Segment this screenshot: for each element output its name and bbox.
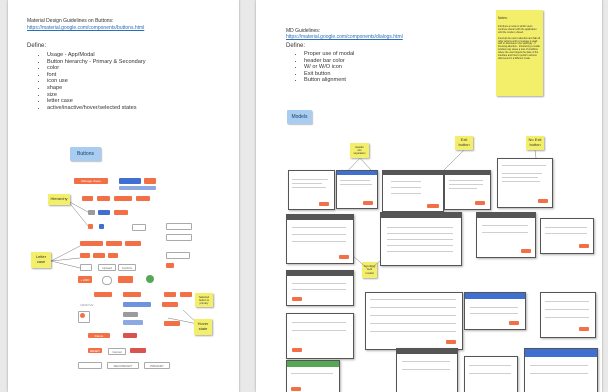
modal-form-3[interactable] — [540, 218, 594, 254]
modal-grid-1[interactable] — [380, 212, 462, 266]
primary-button[interactable]: PRIMARY — [144, 362, 170, 369]
sticky-hierarchy: Hierarchy — [48, 194, 70, 205]
modal-blue-header[interactable] — [464, 292, 526, 330]
modal-action-button[interactable] — [292, 297, 302, 301]
modal-form-5[interactable] — [286, 313, 354, 359]
modal-action-button[interactable] — [475, 201, 485, 205]
modal-action-button[interactable] — [579, 244, 589, 248]
modal-form-1[interactable] — [286, 214, 354, 264]
hierarchy-button-3[interactable] — [114, 196, 132, 201]
orange-icon-button[interactable] — [144, 178, 156, 184]
grey-button-2[interactable] — [123, 312, 138, 317]
modal-green-header[interactable] — [286, 360, 340, 392]
orange-button-5[interactable] — [180, 292, 192, 297]
label-button-3[interactable] — [125, 241, 141, 246]
manage-users-button[interactable]: Manage Users — [74, 178, 108, 184]
blue-split-button[interactable] — [119, 178, 141, 184]
modal-thumbnail-1[interactable] — [288, 170, 335, 210]
orange-button-6[interactable] — [162, 302, 178, 307]
modal-action-button[interactable] — [292, 348, 302, 352]
modal-action-button[interactable] — [538, 199, 548, 203]
orange-button-4[interactable] — [164, 292, 176, 297]
white-button[interactable] — [80, 264, 92, 271]
primary-orange-button[interactable] — [94, 292, 112, 297]
hierarchy-button-2[interactable] — [97, 196, 110, 201]
play-icon[interactable] — [80, 313, 85, 318]
label-button-4[interactable] — [80, 253, 90, 258]
modal-action-button[interactable] — [291, 387, 301, 391]
modal-thumbnail-5[interactable] — [497, 158, 553, 208]
orange-button[interactable] — [114, 210, 128, 215]
outline-button-2[interactable] — [166, 234, 192, 241]
delete-button[interactable]: Delete — [88, 333, 110, 338]
blue-small-button[interactable] — [99, 224, 104, 229]
modal-action-button[interactable] — [427, 204, 439, 208]
text-button[interactable] — [168, 277, 196, 282]
circle-button[interactable] — [102, 276, 112, 285]
modal-table-1[interactable] — [365, 292, 463, 350]
upload-button[interactable]: Upload — [98, 264, 116, 271]
dropdown-button[interactable] — [119, 186, 156, 190]
hierarchy-button-4[interactable] — [136, 196, 150, 201]
modal-action-button[interactable] — [363, 201, 373, 205]
orange-mini-button[interactable] — [166, 263, 174, 268]
sticky-letter-case: Letter case — [31, 252, 51, 268]
sticky-selected: Selected button is primary — [195, 293, 213, 307]
orange-button-7[interactable] — [164, 321, 180, 326]
orange-button-2[interactable] — [118, 276, 133, 283]
modal-blue-header-2[interactable] — [524, 348, 598, 392]
sticky-hover-state: Hover state — [194, 319, 212, 335]
hierarchy-button-1[interactable] — [82, 196, 93, 201]
page-modals: MD Guidelines: https://material.google.c… — [256, 0, 602, 392]
modal-form-2[interactable] — [476, 212, 536, 258]
check-circle-button[interactable] — [146, 275, 154, 283]
modal-action-button[interactable] — [521, 249, 531, 253]
secondary-button[interactable]: SECONDARY — [107, 362, 139, 369]
confirm-button[interactable]: Confirm — [118, 264, 136, 271]
add-button[interactable]: + ADD — [78, 276, 92, 283]
label-button-2[interactable] — [106, 241, 122, 246]
blue-button[interactable] — [98, 210, 110, 215]
red-button-2[interactable] — [130, 348, 146, 353]
modal-action-button[interactable] — [319, 202, 329, 206]
modal-thumbnail-3[interactable] — [382, 170, 444, 212]
modal-form-4[interactable] — [540, 292, 596, 338]
modal-thumbnail-2[interactable] — [336, 170, 378, 209]
remove-button[interactable]: REMOVE — [78, 302, 96, 307]
red-button[interactable] — [123, 333, 137, 338]
modal-action-button[interactable] — [509, 321, 519, 325]
label-button-1[interactable] — [80, 241, 103, 246]
outline-button-3[interactable] — [166, 252, 190, 259]
label-button-6[interactable] — [108, 253, 118, 258]
cancel-button[interactable]: Cancel — [108, 348, 126, 355]
modal-action-button[interactable] — [339, 255, 349, 259]
secondary-text-button[interactable] — [78, 362, 102, 369]
orange-small-button[interactable] — [88, 224, 93, 229]
grey-button[interactable] — [88, 210, 95, 215]
modal-list-1[interactable] — [286, 270, 354, 306]
modal-action-button[interactable] — [446, 340, 456, 344]
modal-action-button[interactable] — [579, 327, 589, 331]
white-small-button[interactable] — [132, 224, 146, 231]
blue-wide-button[interactable] — [123, 302, 151, 307]
modal-thumbnail-4[interactable] — [444, 170, 491, 210]
label-button-5[interactable] — [93, 253, 105, 258]
outline-button[interactable] — [166, 223, 192, 230]
blue-light-button[interactable] — [123, 320, 143, 325]
modal-form-6[interactable] — [396, 348, 458, 392]
reset-button[interactable]: RESET — [88, 348, 102, 353]
orange-button-3[interactable] — [123, 292, 141, 297]
page-buttons: Material Design Guidelines on Buttons: h… — [8, 0, 239, 392]
